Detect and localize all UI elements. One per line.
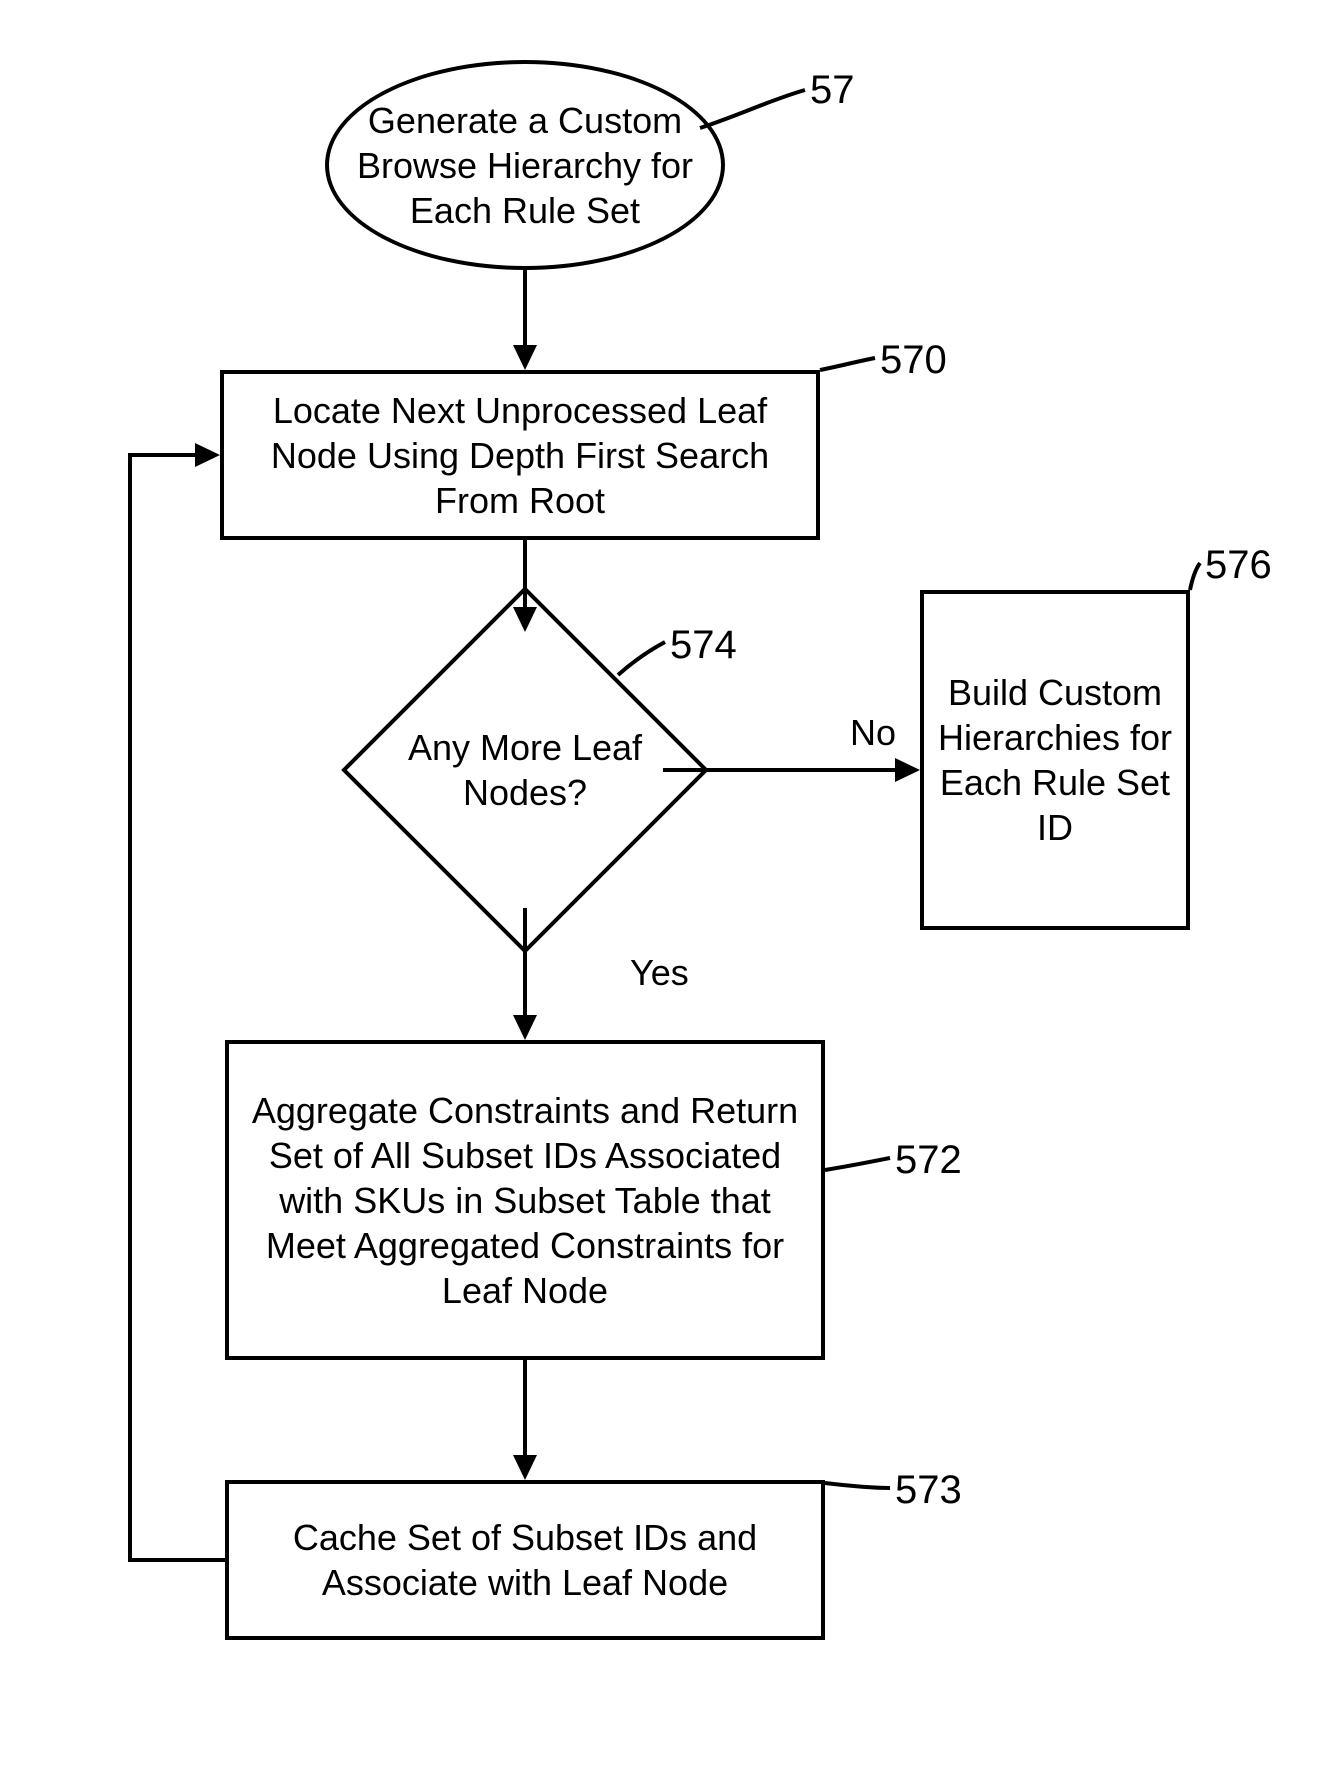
ref-decision: 574 (670, 625, 737, 665)
node-cache: Cache Set of Subset IDs and Associate wi… (225, 1480, 825, 1640)
edge-yes-label: Yes (630, 955, 689, 991)
ref-build: 576 (1205, 545, 1272, 585)
node-cache-text: Cache Set of Subset IDs and Associate wi… (239, 1515, 811, 1605)
node-decision: Any More Leaf Nodes? (395, 640, 655, 900)
node-build: Build Custom Hierarchies for Each Rule S… (920, 590, 1190, 930)
ref-aggregate: 572 (895, 1140, 962, 1180)
ref-locate: 570 (880, 340, 947, 380)
edge-no-label: No (850, 715, 896, 751)
node-decision-text: Any More Leaf Nodes? (395, 725, 655, 815)
ref-start: 57 (810, 70, 855, 110)
node-aggregate: Aggregate Constraints and Return Set of … (225, 1040, 825, 1360)
node-start-text: Generate a Custom Browse Hierarchy for E… (349, 98, 701, 233)
node-locate-text: Locate Next Unprocessed Leaf Node Using … (234, 388, 806, 523)
node-start: Generate a Custom Browse Hierarchy for E… (325, 60, 725, 270)
flowchart-canvas: Generate a Custom Browse Hierarchy for E… (0, 0, 1326, 1778)
node-aggregate-text: Aggregate Constraints and Return Set of … (239, 1088, 811, 1313)
node-locate: Locate Next Unprocessed Leaf Node Using … (220, 370, 820, 540)
ref-cache: 573 (895, 1470, 962, 1510)
node-build-text: Build Custom Hierarchies for Each Rule S… (934, 670, 1176, 850)
